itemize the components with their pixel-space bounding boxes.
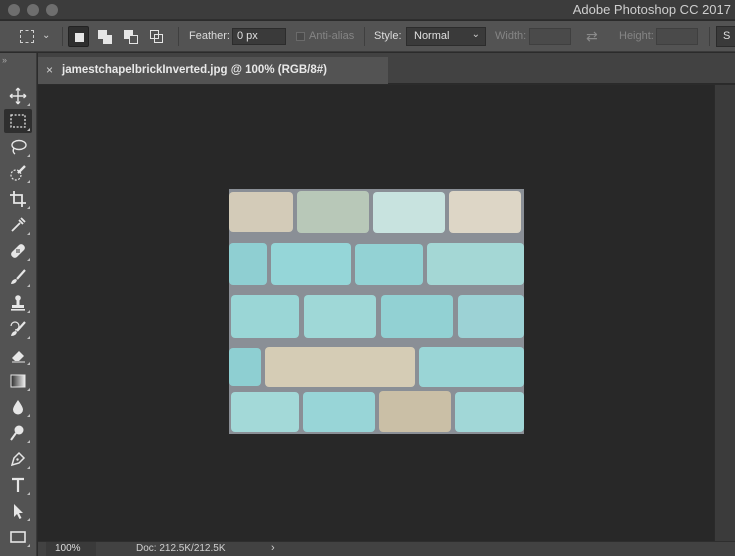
rectangle-icon xyxy=(10,531,26,543)
gradient-icon xyxy=(10,374,26,388)
document-image[interactable] xyxy=(229,189,524,434)
tools-panel: ›› xyxy=(0,53,37,556)
marquee-icon xyxy=(10,114,26,128)
antialias-label: Anti-alias xyxy=(309,30,355,42)
app-title: Adobe Photoshop CC 2017 xyxy=(572,2,731,17)
status-menu-arrow-icon[interactable]: › xyxy=(271,542,275,554)
feather-input[interactable]: 0 px xyxy=(232,28,286,45)
document-tab-title: jamestchapelbrickInverted.jpg @ 100% (RG… xyxy=(62,64,327,76)
title-bar: Adobe Photoshop CC 2017 xyxy=(0,0,735,20)
quick-selection-icon xyxy=(10,165,26,181)
lasso-tool[interactable] xyxy=(4,135,32,159)
pen-icon xyxy=(10,451,26,467)
style-select[interactable]: Normal ⌄ xyxy=(406,27,486,46)
history-brush-icon xyxy=(10,321,26,336)
document-tab-bar: × jamestchapelbrickInverted.jpg @ 100% (… xyxy=(38,53,735,84)
clone-stamp-tool[interactable] xyxy=(4,291,32,315)
subtract-from-selection-button[interactable] xyxy=(120,26,141,47)
move-tool[interactable] xyxy=(4,84,32,108)
eyedropper-tool[interactable] xyxy=(4,213,32,237)
document-tab[interactable]: × jamestchapelbrickInverted.jpg @ 100% (… xyxy=(38,57,388,84)
bandage-icon xyxy=(11,244,25,258)
crop-icon xyxy=(10,191,26,207)
swap-icon[interactable]: ⇄ xyxy=(586,28,598,45)
style-value: Normal xyxy=(414,30,450,42)
healing-brush-tool[interactable] xyxy=(4,239,32,263)
document-size-info: Doc: 212.5K/212.5K xyxy=(136,543,226,554)
divider xyxy=(364,27,365,46)
type-tool[interactable] xyxy=(4,473,32,497)
width-input[interactable] xyxy=(529,28,571,45)
marquee-icon xyxy=(20,30,34,43)
style-label: Style: xyxy=(374,30,402,42)
stamp-icon xyxy=(11,295,25,311)
brush-tool[interactable] xyxy=(4,265,32,289)
gradient-tool[interactable] xyxy=(4,369,32,393)
rectangle-tool[interactable] xyxy=(4,525,32,549)
drop-icon xyxy=(13,400,23,415)
quick-selection-tool[interactable] xyxy=(4,161,32,185)
status-bar: 100% Doc: 212.5K/212.5K › xyxy=(38,541,735,556)
zoom-window-button[interactable] xyxy=(46,4,58,16)
arrow-cursor-icon xyxy=(14,504,23,519)
brush-icon xyxy=(11,269,26,284)
zoom-level-field[interactable]: 100% xyxy=(46,542,96,556)
antialias-checkbox[interactable] xyxy=(296,32,305,41)
eraser-tool[interactable] xyxy=(4,343,32,367)
chevron-down-icon: ⌄ xyxy=(471,29,480,40)
close-icon[interactable]: × xyxy=(46,63,53,77)
dodge-tool[interactable] xyxy=(4,421,32,445)
eyedropper-icon xyxy=(11,217,26,232)
path-selection-tool[interactable] xyxy=(4,499,32,523)
close-window-button[interactable] xyxy=(8,4,20,16)
history-brush-tool[interactable] xyxy=(4,317,32,341)
minimize-window-button[interactable] xyxy=(27,4,39,16)
divider xyxy=(178,27,179,46)
feather-label: Feather: xyxy=(189,30,230,42)
width-label: Width: xyxy=(495,30,527,42)
vertical-scrollbar[interactable] xyxy=(714,85,735,541)
tool-preset-picker[interactable]: ⌄ xyxy=(18,28,54,46)
height-label: Height: xyxy=(619,30,654,42)
new-selection-icon xyxy=(75,33,84,42)
height-input[interactable] xyxy=(656,28,698,45)
eraser-icon xyxy=(12,351,25,363)
options-bar: ⌄ Feather: 0 px Anti-alias Style: Normal… xyxy=(0,21,735,52)
intersect-selection-button[interactable] xyxy=(146,26,167,47)
move-icon xyxy=(9,87,27,105)
type-icon xyxy=(12,477,24,492)
add-to-selection-button[interactable] xyxy=(94,26,115,47)
select-and-mask-button[interactable]: S xyxy=(716,26,735,47)
lasso-icon xyxy=(11,139,27,155)
divider xyxy=(709,27,710,46)
collapse-panel-icon[interactable]: ›› xyxy=(2,55,7,65)
blur-tool[interactable] xyxy=(4,395,32,419)
rectangular-marquee-tool[interactable] xyxy=(4,109,32,133)
chevron-down-icon: ⌄ xyxy=(42,30,51,41)
divider xyxy=(62,27,63,46)
dodge-icon xyxy=(10,425,24,441)
pen-tool[interactable] xyxy=(4,447,32,471)
crop-tool[interactable] xyxy=(4,187,32,211)
new-selection-button[interactable] xyxy=(68,26,89,47)
